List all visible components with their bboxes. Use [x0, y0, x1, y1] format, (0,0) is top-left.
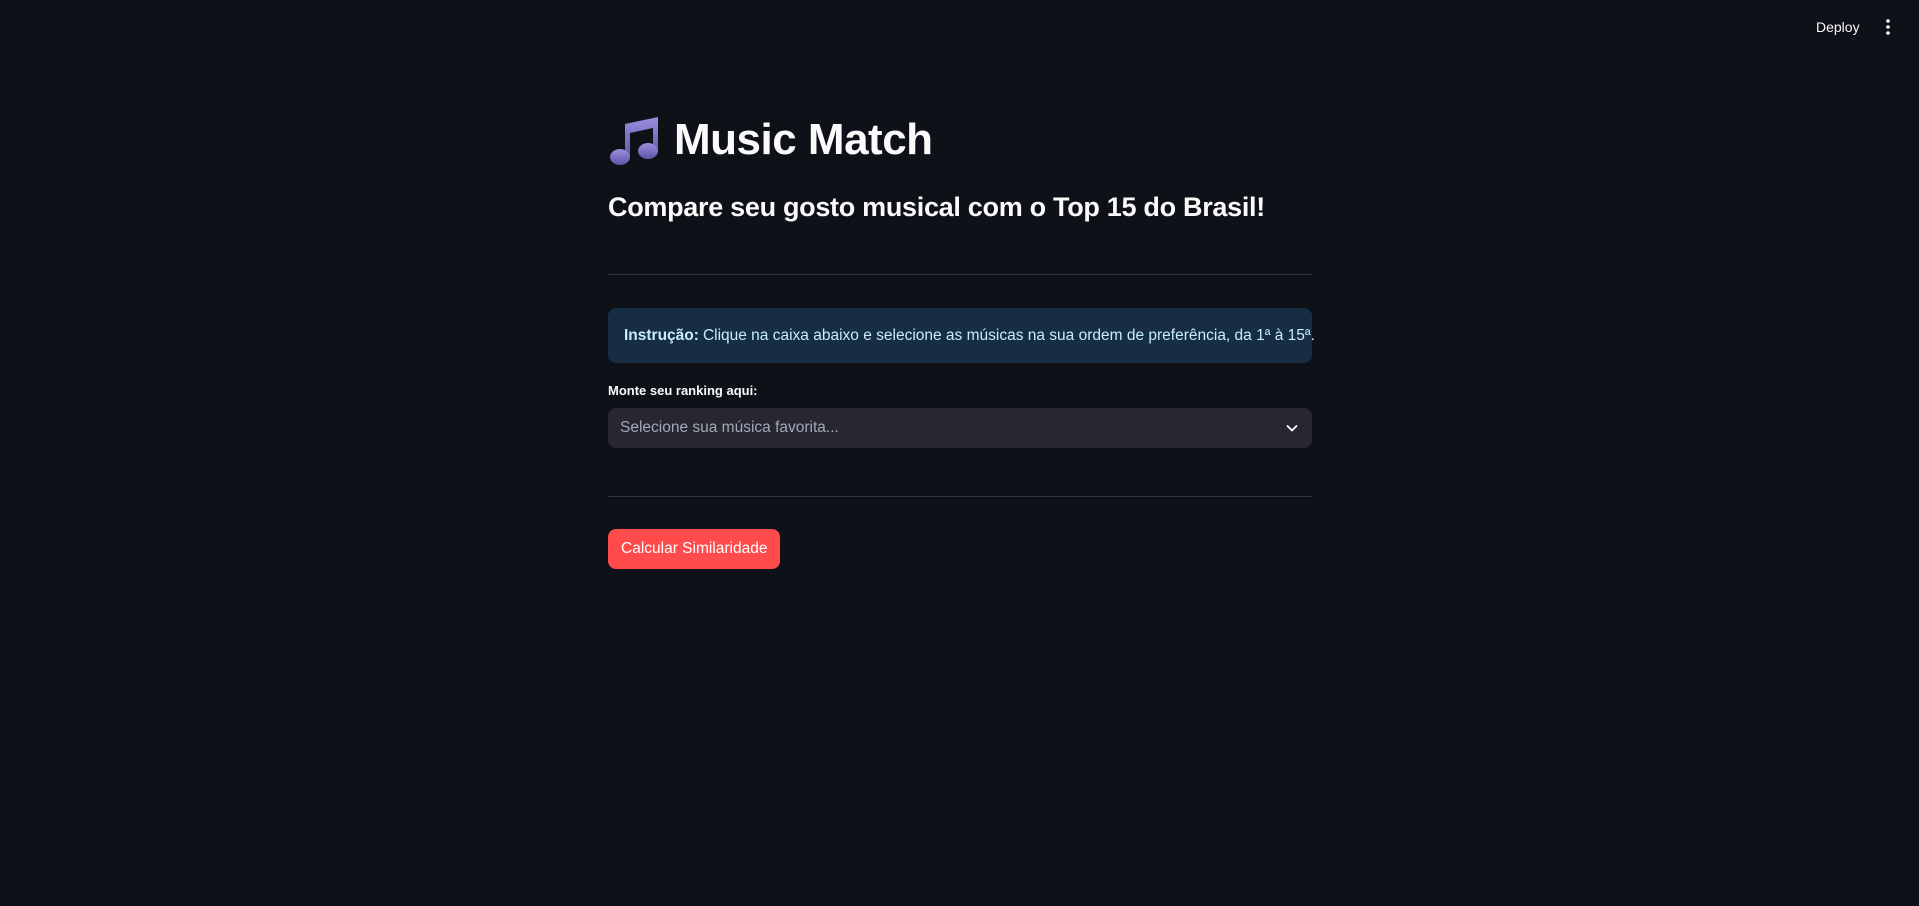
ranking-placeholder: Selecione sua música favorita...	[620, 419, 839, 436]
instruction-info-box: Instrução: Clique na caixa abaixo e sele…	[608, 308, 1315, 363]
ranking-label: Monte seu ranking aqui:	[608, 383, 758, 398]
instruction-text: Clique na caixa abaixo e selecione as mú…	[702, 326, 1315, 344]
vertical-ellipsis-icon	[1886, 19, 1890, 35]
instruction-label: Instrução:	[624, 326, 699, 344]
main-menu-button[interactable]	[1878, 14, 1898, 40]
page-title: Music Match	[674, 115, 933, 164]
musical-notes-icon	[610, 117, 658, 165]
title-row: Music Match	[608, 110, 933, 170]
divider	[608, 496, 1312, 497]
deploy-button[interactable]: Deploy	[1812, 14, 1864, 40]
calculate-similarity-button[interactable]: Calcular Similaridade	[608, 529, 781, 569]
chevron-down-icon[interactable]	[1284, 420, 1300, 436]
top-toolbar: Deploy	[0, 0, 1919, 52]
divider	[608, 274, 1312, 275]
ranking-multiselect[interactable]: Selecione sua música favorita...	[608, 408, 1312, 448]
page-subtitle: Compare seu gosto musical com o Top 15 d…	[608, 192, 1265, 222]
